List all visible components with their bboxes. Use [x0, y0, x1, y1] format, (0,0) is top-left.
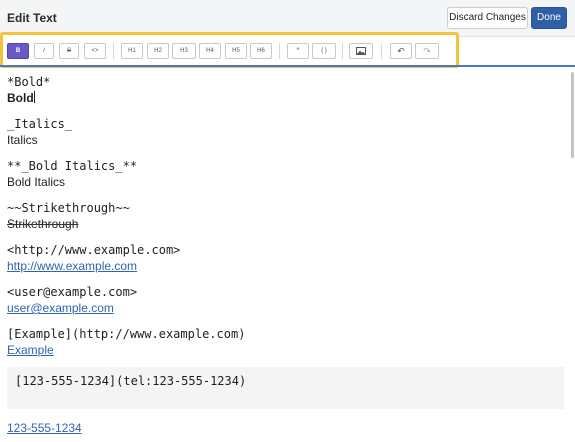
url-source: <http://www.example.com> [7, 243, 181, 257]
toolbar-separator [113, 43, 114, 59]
italics-source: _Italics_ [7, 117, 73, 131]
code-block-button[interactable]: { } [312, 43, 336, 59]
toolbar-separator [381, 43, 382, 59]
code-button[interactable]: <> [84, 43, 106, 59]
email-link[interactable]: user@example.com [7, 301, 114, 315]
example-link[interactable]: Example [7, 343, 54, 357]
done-button[interactable]: Done [531, 7, 567, 29]
markdown-editor[interactable]: *Bold* Bold _Italics_ Italics **_Bold It… [0, 67, 575, 442]
heading-2-button[interactable]: H2 [147, 43, 169, 59]
bold-preview: Bold [7, 91, 35, 105]
italics-preview: Italics [7, 133, 38, 147]
quote-icon: “ [296, 46, 300, 56]
text-cursor [33, 91, 35, 103]
bold-italics-source: **_Bold Italics_** [7, 159, 138, 173]
bold-italics-preview: Bold Italics [7, 175, 66, 189]
code-block: [123-555-1234](tel:123-555-1234) [7, 367, 564, 409]
undo-icon: ↶ [397, 46, 405, 56]
heading-3-button[interactable]: H3 [172, 43, 196, 59]
strikethrough-preview: Strikethrough [7, 217, 79, 231]
code-icon: <> [91, 48, 99, 54]
discard-changes-button[interactable]: Discard Changes [447, 7, 528, 29]
heading-3-icon: H3 [180, 48, 188, 54]
redo-button[interactable]: ↷ [415, 43, 439, 59]
redo-icon: ↷ [423, 46, 431, 56]
heading-1-icon: H1 [128, 48, 136, 54]
email-source: <user@example.com> [7, 285, 138, 299]
heading-5-button[interactable]: H5 [225, 43, 247, 59]
heading-4-icon: H4 [206, 48, 214, 54]
toolbar-separator [342, 43, 343, 59]
italic-icon: I [43, 48, 45, 54]
heading-6-button[interactable]: H6 [250, 43, 272, 59]
bold-button[interactable]: B [7, 43, 29, 59]
heading-1-button[interactable]: H1 [121, 43, 143, 59]
quote-button[interactable]: “ [287, 43, 309, 59]
toolbar-separator [279, 43, 280, 59]
tel-link[interactable]: 123-555-1234 [7, 421, 82, 435]
code-block-icon: { } [321, 48, 327, 54]
strikethrough-icon: S [66, 48, 71, 54]
bold-source: *Bold* [7, 75, 51, 89]
strikethrough-source: ~~Strikethrough~~ [7, 201, 130, 215]
page-title: Edit Text [7, 11, 57, 25]
italic-button[interactable]: I [34, 43, 54, 59]
link-source: [Example](http://www.example.com) [7, 327, 246, 341]
image-button[interactable] [349, 43, 373, 59]
heading-4-button[interactable]: H4 [199, 43, 221, 59]
strikethrough-button[interactable]: S [59, 43, 79, 59]
heading-6-icon: H6 [257, 48, 265, 54]
tel-source: [123-555-1234](tel:123-555-1234) [15, 374, 247, 388]
undo-button[interactable]: ↶ [390, 43, 412, 59]
heading-5-icon: H5 [232, 48, 240, 54]
url-link[interactable]: http://www.example.com [7, 259, 137, 273]
heading-2-icon: H2 [154, 48, 162, 54]
image-icon [356, 47, 366, 57]
bold-icon: B [15, 48, 21, 54]
